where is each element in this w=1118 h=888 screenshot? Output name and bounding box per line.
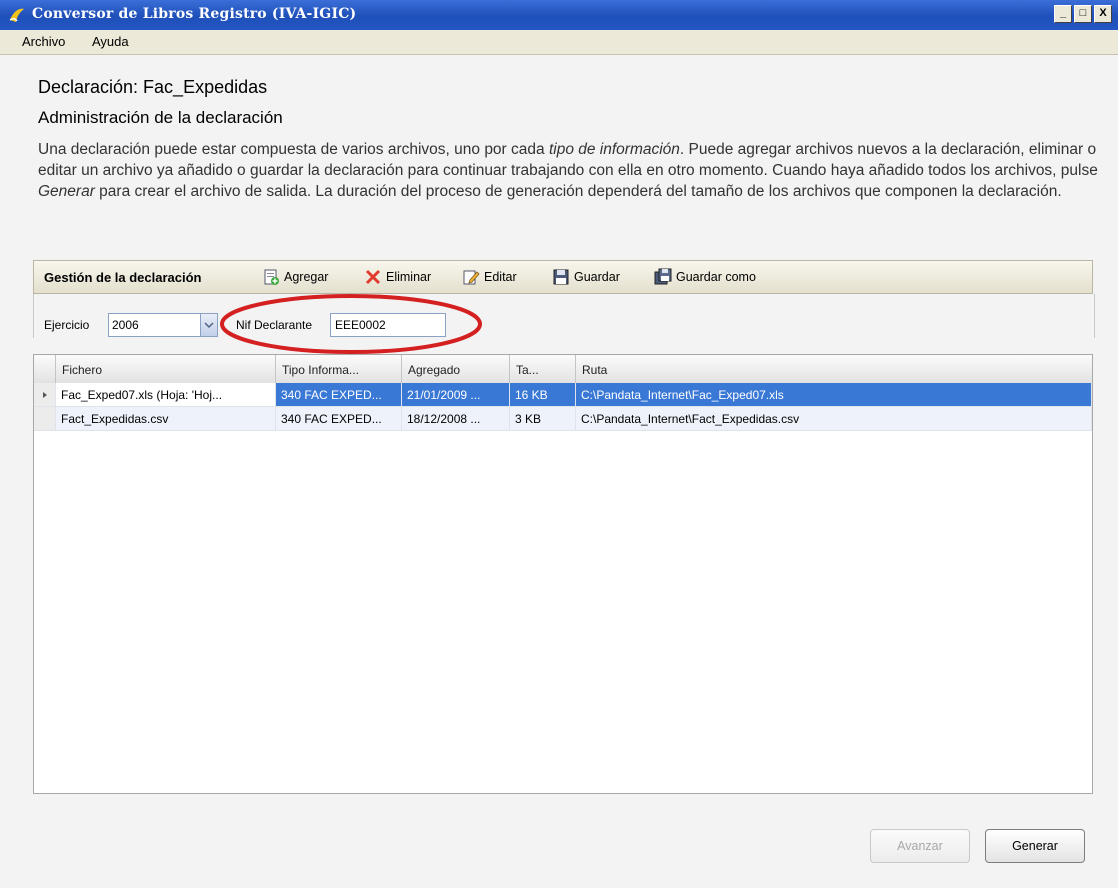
cell-ruta[interactable]: C:\Pandata_Internet\Fact_Expedidas.csv: [576, 407, 1092, 431]
description-emphasis: tipo de información: [548, 141, 680, 158]
description-text: Una declaración puede estar compuesta de…: [38, 139, 1100, 202]
window-title: Conversor de Libros Registro (IVA-IGIC): [32, 6, 357, 22]
cell-text: 340 FAC EXPED...: [281, 412, 382, 426]
row-header[interactable]: [34, 407, 56, 431]
cell-agregado[interactable]: 18/12/2008 ...: [402, 407, 510, 431]
agregar-button[interactable]: Agregar: [262, 267, 328, 287]
add-file-icon: [264, 269, 279, 285]
cell-tamano[interactable]: 16 KB: [510, 383, 576, 407]
column-header-label: Agregado: [408, 363, 461, 377]
menu-ayuda[interactable]: Ayuda: [92, 34, 129, 49]
column-header-label: Fichero: [62, 363, 103, 377]
column-header-ruta[interactable]: Ruta: [576, 355, 1092, 383]
eliminar-label: Eliminar: [386, 270, 432, 284]
generar-button[interactable]: Generar: [985, 829, 1085, 863]
cell-text: Fac_Exped07.xls (Hoja: 'Hoj...: [61, 388, 223, 402]
cell-text: 21/01/2009 ...: [407, 388, 481, 402]
cell-fichero[interactable]: Fact_Expedidas.csv: [56, 407, 276, 431]
cell-text: C:\Pandata_Internet\Fac_Exped07.xls: [581, 388, 784, 402]
table-row[interactable]: Fac_Exped07.xls (Hoja: 'Hoj... 340 FAC E…: [34, 383, 1092, 407]
guardar-button[interactable]: Guardar: [552, 267, 620, 287]
cell-text: 340 FAC EXPED...: [281, 388, 382, 402]
ejercicio-dropdown-button[interactable]: [200, 314, 217, 336]
column-header-fichero[interactable]: Fichero: [56, 355, 276, 383]
grid-header: Fichero Tipo Informa... Agregado Ta... R…: [34, 355, 1092, 384]
admin-title: Administración de la declaración: [38, 108, 283, 127]
delete-icon: [365, 269, 381, 285]
close-button[interactable]: X: [1094, 5, 1112, 23]
description-part: para crear el archivo de salida. La dura…: [94, 183, 1062, 200]
column-header-label: Ruta: [582, 363, 608, 377]
cell-tamano[interactable]: 3 KB: [510, 407, 576, 431]
column-header-tamano[interactable]: Ta...: [510, 355, 576, 383]
cell-agregado[interactable]: 21/01/2009 ...: [402, 383, 510, 407]
cell-text: 18/12/2008 ...: [407, 412, 481, 426]
current-row-arrow-icon: [43, 392, 47, 398]
guardar-label: Guardar: [574, 270, 620, 284]
cell-text: C:\Pandata_Internet\Fact_Expedidas.csv: [581, 412, 800, 426]
ejercicio-select[interactable]: 2006: [108, 313, 218, 337]
maximize-button[interactable]: □: [1074, 5, 1092, 23]
ejercicio-value: 2006: [112, 318, 139, 332]
cell-text: Fact_Expedidas.csv: [61, 412, 169, 426]
save-as-icon: [654, 268, 672, 285]
guardar-como-label: Guardar como: [676, 270, 756, 284]
cell-text: 16 KB: [515, 388, 548, 402]
cell-ruta[interactable]: C:\Pandata_Internet\Fac_Exped07.xls: [576, 383, 1092, 407]
column-header-tipo[interactable]: Tipo Informa...: [276, 355, 402, 383]
cell-tipo[interactable]: 340 FAC EXPED...: [276, 407, 402, 431]
description-part: Una declaración puede estar compuesta de…: [38, 141, 549, 158]
save-icon: [553, 269, 569, 285]
cell-tipo[interactable]: 340 FAC EXPED...: [276, 383, 402, 407]
menu-archivo[interactable]: Archivo: [22, 34, 65, 49]
column-header-agregado[interactable]: Agregado: [402, 355, 510, 383]
declaration-title: Declaración: Fac_Expedidas: [38, 77, 268, 97]
main-panel: Declaración: Fac_Expedidas Administració…: [0, 55, 1118, 888]
cell-text: 3 KB: [515, 412, 542, 426]
cell-fichero[interactable]: Fac_Exped07.xls (Hoja: 'Hoj...: [56, 383, 276, 407]
edit-icon: [463, 270, 480, 285]
title-bar: Conversor de Libros Registro (IVA-IGIC) …: [0, 0, 1118, 30]
ejercicio-label: Ejercicio: [44, 318, 90, 332]
menu-bar: Archivo Ayuda: [0, 30, 1118, 55]
avanzar-button[interactable]: Avanzar: [870, 829, 970, 863]
agregar-label: Agregar: [284, 270, 329, 284]
declaration-toolbar: Gestión de la declaración Agregar Elimin…: [33, 260, 1093, 294]
guardar-como-button[interactable]: Guardar como: [654, 267, 756, 287]
editar-label: Editar: [484, 270, 517, 284]
eliminar-button[interactable]: Eliminar: [364, 267, 431, 287]
toolbar-title: Gestión de la declaración: [44, 270, 202, 285]
minimize-button[interactable]: _: [1054, 5, 1072, 23]
column-header-label: Ta...: [516, 363, 539, 377]
files-grid: Fichero Tipo Informa... Agregado Ta... R…: [33, 354, 1093, 794]
row-header[interactable]: [34, 383, 56, 407]
row-header-corner: [34, 355, 56, 383]
declaration-params: Ejercicio 2006 Nif Declarante EEE0002: [33, 294, 1095, 338]
app-icon: [9, 8, 24, 22]
highlight-ellipse: [220, 294, 482, 354]
table-row[interactable]: Fact_Expedidas.csv 340 FAC EXPED... 18/1…: [34, 407, 1092, 431]
description-emphasis: Generar: [38, 183, 95, 200]
column-header-label: Tipo Informa...: [282, 363, 359, 377]
editar-button[interactable]: Editar: [462, 267, 517, 287]
chevron-down-icon: [204, 322, 214, 329]
